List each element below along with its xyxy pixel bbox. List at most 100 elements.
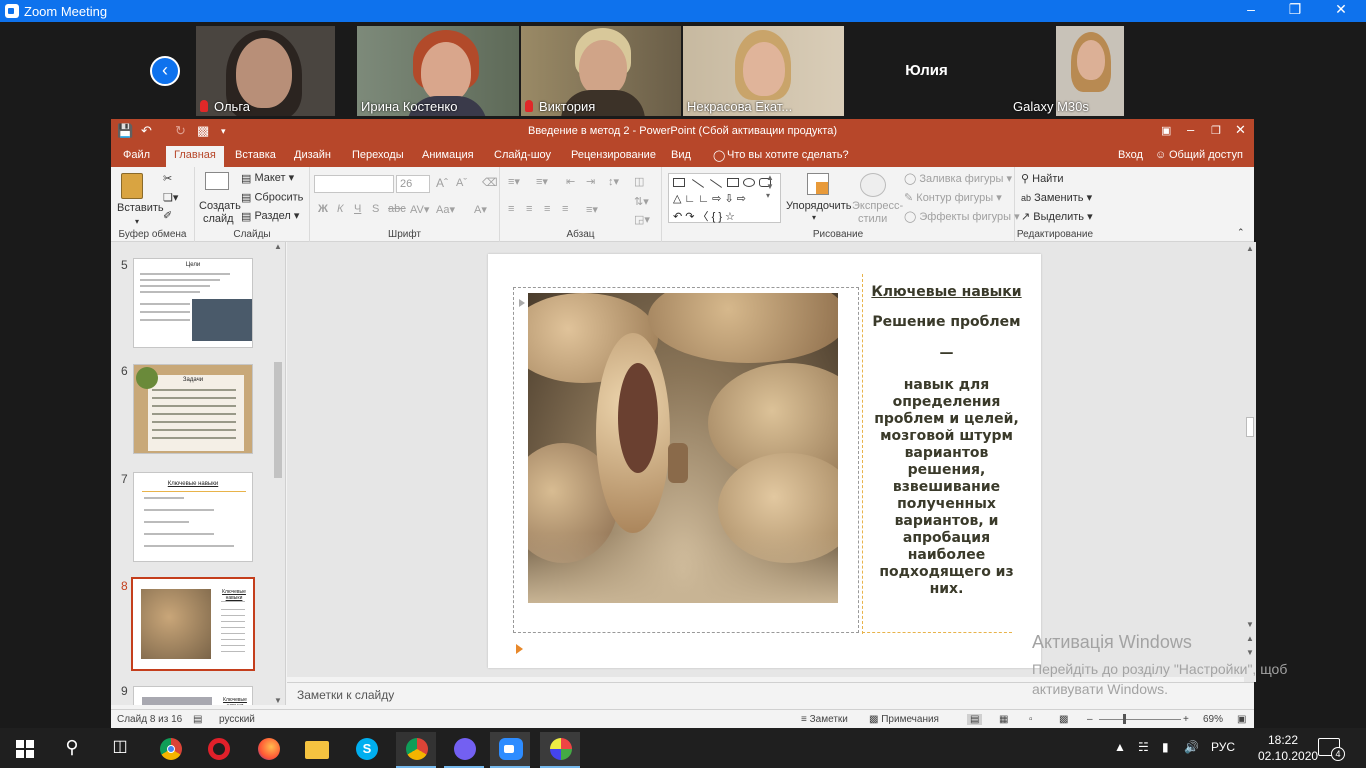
slide-thumbnail[interactable]: Ключевые навыки [133, 472, 253, 562]
maximize-icon[interactable]: ❐ [1280, 1, 1310, 18]
start-button[interactable] [4, 732, 44, 768]
search-icon[interactable]: ⚲ [52, 732, 92, 768]
justify-icon[interactable]: ≡ [562, 203, 568, 215]
change-case-icon[interactable]: Aa▾ [436, 203, 455, 216]
slide-thumbnail-selected[interactable]: Ключевые навыки [131, 577, 255, 671]
copy-icon[interactable]: ❏▾ [163, 191, 178, 204]
zoom-taskbar-icon[interactable] [490, 732, 530, 768]
arrange-icon[interactable] [807, 173, 829, 195]
notifications-icon[interactable]: 4 [1318, 738, 1345, 761]
share-button[interactable]: Общий доступ [1169, 149, 1243, 161]
fit-slide-icon[interactable]: ▣ [1237, 714, 1246, 725]
network-icon[interactable]: ☵ [1138, 740, 1149, 754]
zoom-slider[interactable] [1099, 719, 1181, 720]
current-slide[interactable]: Ключевые навыки Решение проблем — навык … [488, 254, 1041, 668]
collapse-ribbon-icon[interactable]: ⌃ [1237, 227, 1245, 238]
close-icon[interactable]: ✕ [1326, 1, 1356, 18]
sign-in-link[interactable]: Вход [1118, 149, 1143, 161]
language-indicator[interactable]: русский [219, 714, 255, 725]
tab-design[interactable]: Дизайн [294, 149, 331, 161]
close-icon[interactable]: ✕ [1235, 122, 1246, 138]
zoom-slider-thumb[interactable] [1123, 714, 1126, 724]
quick-styles-icon[interactable] [860, 173, 886, 197]
quick-styles-button[interactable]: Экспресс- [852, 200, 903, 212]
tab-file[interactable]: Файл [123, 149, 150, 161]
volume-icon[interactable]: 🔊 [1184, 740, 1199, 754]
zoom-out-icon[interactable]: – [1087, 714, 1093, 725]
align-center-icon[interactable]: ≡ [526, 203, 532, 215]
underline-icon[interactable]: Ч [354, 203, 361, 215]
shape-outline-button[interactable]: ✎ Контур фигуры ▾ [904, 191, 1002, 204]
reset-button[interactable]: ▤ Сбросить [241, 191, 303, 204]
shadow-icon[interactable]: S [372, 203, 379, 215]
reading-view-icon[interactable]: ▫ [1029, 714, 1033, 725]
paint-icon[interactable] [540, 732, 580, 768]
bullets-icon[interactable]: ≡▾ [508, 175, 520, 188]
zoom-level[interactable]: 69% [1203, 714, 1223, 725]
shrink-font-icon[interactable]: Aˇ [456, 177, 467, 189]
font-color-icon[interactable]: A▾ [474, 203, 487, 216]
text-columns-icon[interactable]: ≡▾ [586, 203, 598, 216]
normal-view-icon[interactable]: ▤ [967, 714, 983, 725]
slide-thumbnail[interactable]: Цели [133, 258, 253, 348]
paste-icon[interactable] [121, 173, 143, 199]
tab-home[interactable]: Главная [166, 146, 224, 167]
file-explorer-icon[interactable] [296, 732, 336, 768]
align-right-icon[interactable]: ≡ [544, 203, 550, 215]
bold-icon[interactable]: Ж [318, 203, 328, 215]
show-hidden-icons[interactable]: ▲ [1114, 740, 1126, 754]
clear-format-icon[interactable]: ⌫ [482, 176, 498, 189]
numbering-icon[interactable]: ≡▾ [536, 175, 548, 188]
clock[interactable]: 18:22 02.10.2020 [1258, 732, 1318, 764]
align-left-icon[interactable]: ≡ [508, 203, 514, 215]
italic-icon[interactable]: К [337, 203, 343, 215]
skype-icon[interactable]: S [346, 732, 386, 768]
minimize-icon[interactable]: – [1236, 1, 1266, 17]
participant-tile[interactable]: Виктория [521, 26, 681, 116]
grow-font-icon[interactable]: Aˆ [436, 176, 448, 190]
zoom-in-icon[interactable]: + [1183, 714, 1189, 725]
previous-page-button[interactable]: ‹ [150, 56, 180, 86]
select-button[interactable]: ↗ Выделить ▾ [1021, 210, 1093, 223]
cut-icon[interactable]: ✂ [163, 172, 172, 185]
format-painter-icon[interactable]: ✐ [163, 209, 172, 222]
tab-transitions[interactable]: Переходы [352, 149, 404, 161]
notes-button[interactable]: ≡ Заметки [801, 714, 848, 725]
tab-review[interactable]: Рецензирование [571, 149, 656, 161]
slide-thumbnail[interactable]: Ключевые навыки [133, 686, 253, 705]
increase-indent-icon[interactable]: ⇥ [586, 175, 595, 188]
participant-tile-active[interactable]: Ирина Костенко [357, 26, 519, 116]
slide-sorter-icon[interactable]: ▦ [999, 714, 1008, 725]
slideshow-view-icon[interactable]: ▩ [1059, 714, 1068, 725]
new-slide-icon[interactable] [205, 172, 229, 190]
columns-icon[interactable]: ◫ [634, 175, 644, 188]
tab-slideshow[interactable]: Слайд-шоу [494, 149, 551, 161]
battery-icon[interactable]: ▮ [1162, 740, 1169, 754]
shape-fill-button[interactable]: ◯ Заливка фигуры ▾ [904, 172, 1012, 185]
tab-view[interactable]: Вид [671, 149, 691, 161]
arrange-button[interactable]: Упорядочить [786, 200, 851, 212]
chrome-icon[interactable] [150, 732, 190, 768]
spellcheck-icon[interactable]: ▤ [193, 714, 202, 725]
shape-effects-button[interactable]: ◯ Эффекты фигуры ▾ [904, 210, 1020, 223]
layout-button[interactable]: ▤ Макет ▾ [241, 171, 294, 185]
participant-tile[interactable]: Galaxy M30s [1009, 26, 1170, 116]
comments-button[interactable]: ▩ Примечания [869, 714, 939, 725]
viber-icon[interactable] [444, 732, 484, 768]
task-view-icon[interactable]: ◫ [100, 732, 140, 768]
section-button[interactable]: ▤ Раздел ▾ [241, 209, 299, 223]
font-family-select[interactable] [314, 175, 394, 193]
find-button[interactable]: ⚲ Найти [1021, 172, 1064, 185]
editor-scrollbar[interactable]: ▲ ▼ ▲ ▼ [1244, 242, 1256, 682]
participant-tile[interactable]: Некрасова Екат... [683, 26, 844, 116]
ribbon-display-icon[interactable]: ▣ [1161, 124, 1171, 137]
tab-animations[interactable]: Анимация [422, 149, 474, 161]
line-spacing-icon[interactable]: ↕▾ [608, 175, 619, 188]
strikethrough-icon[interactable]: abc [388, 203, 406, 215]
participant-tile[interactable]: Ольга [196, 26, 335, 116]
shapes-gallery[interactable]: △ ∟ ∟ ⇨ ⇩ ⇨ ↶ ↷ 〈 { } ☆ [668, 173, 781, 223]
new-slide-button[interactable]: Создать [199, 200, 241, 212]
language-indicator[interactable]: РУС [1211, 740, 1235, 754]
font-size-select[interactable]: 26 [396, 175, 430, 193]
paste-button[interactable]: Вставить [117, 202, 164, 214]
